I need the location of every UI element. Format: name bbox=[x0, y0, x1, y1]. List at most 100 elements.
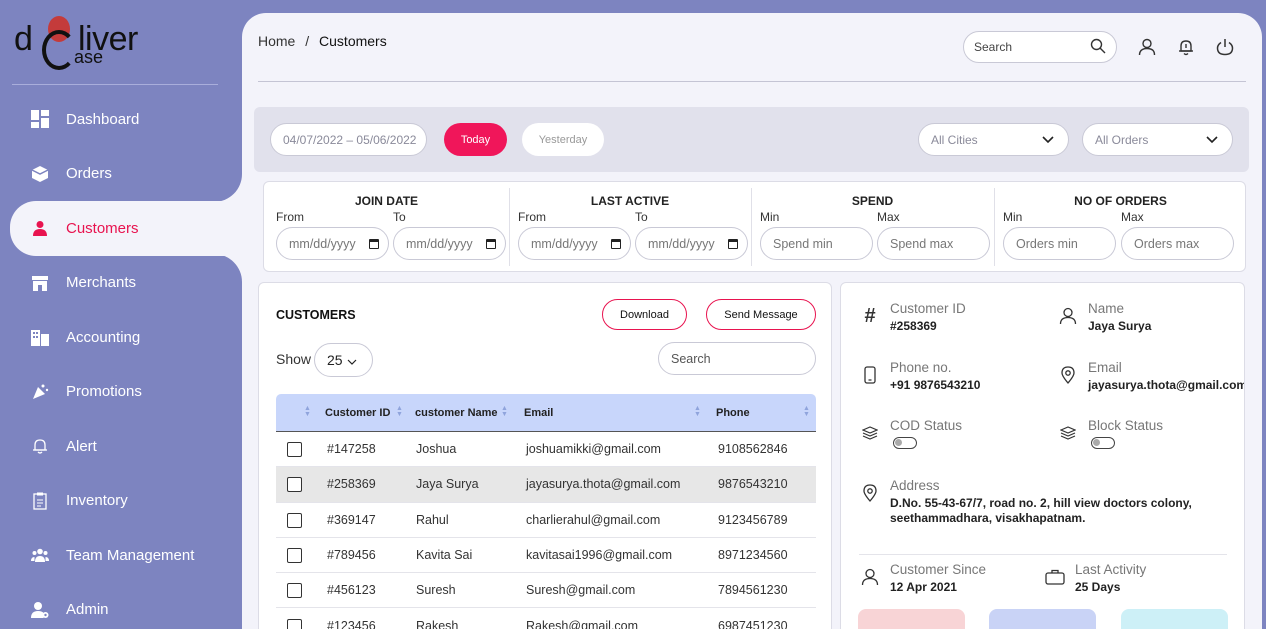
table-row[interactable]: #789456 Kavita Sai kavitasai1996@gmail.c… bbox=[276, 538, 816, 574]
row-checkbox[interactable] bbox=[287, 547, 302, 563]
breadcrumb-home[interactable]: Home bbox=[258, 33, 295, 49]
chevron-down-icon bbox=[1206, 133, 1218, 147]
header-search-input[interactable]: Search bbox=[974, 40, 1090, 54]
table-search-input[interactable]: Search bbox=[658, 342, 816, 375]
stat-tile-3[interactable] bbox=[1121, 609, 1228, 629]
table-row[interactable]: #456123 Suresh Suresh@gmail.com 78945612… bbox=[276, 573, 816, 609]
calendar-icon[interactable] bbox=[728, 239, 738, 249]
phone-label: Phone no. bbox=[890, 360, 952, 375]
row-checkbox[interactable] bbox=[287, 583, 302, 599]
sidebar-item-orders[interactable]: Orders bbox=[0, 147, 242, 202]
city-select[interactable]: All Cities bbox=[918, 123, 1069, 156]
cell-customer-name: Rahul bbox=[416, 512, 449, 527]
date-range-input[interactable]: 04/07/2022 – 05/06/2022 bbox=[270, 123, 427, 156]
cell-customer-name: Jaya Surya bbox=[416, 477, 479, 492]
notification-bell-icon[interactable] bbox=[1172, 33, 1200, 61]
customer-id-value: #258369 bbox=[890, 319, 937, 333]
table-row[interactable]: #147258 Joshua joshuamikki@gmail.com 910… bbox=[276, 432, 816, 468]
sidebar-item-team-management[interactable]: Team Management bbox=[0, 528, 242, 583]
deliverease-logo[interactable]: d liver ase bbox=[12, 14, 162, 72]
last-active-to-label: To bbox=[635, 210, 648, 224]
join-date-to-input[interactable]: mm/dd/yyyy bbox=[393, 227, 506, 260]
yesterday-button[interactable]: Yesterday bbox=[522, 123, 604, 156]
sidebar-item-merchants[interactable]: Merchants bbox=[0, 256, 242, 311]
row-checkbox[interactable] bbox=[287, 512, 302, 528]
alert-icon bbox=[30, 436, 50, 456]
spend-max-input[interactable]: Spend max bbox=[877, 227, 990, 260]
calendar-icon[interactable] bbox=[369, 239, 379, 249]
spend-min-label: Min bbox=[760, 210, 780, 224]
name-label: Name bbox=[1088, 301, 1125, 316]
sidebar-item-label: Promotions bbox=[66, 383, 142, 401]
table-row[interactable]: #123456 Rakesh Rakesh@gmail.com 69874512… bbox=[276, 609, 816, 629]
last-active-from-input[interactable]: mm/dd/yyyy bbox=[518, 227, 631, 260]
orders-icon bbox=[30, 164, 50, 184]
sidebar-item-promotions[interactable]: Promotions bbox=[0, 365, 242, 420]
location-pin-icon bbox=[859, 482, 881, 504]
promotions-icon bbox=[30, 382, 50, 402]
stack-icon bbox=[859, 422, 881, 444]
row-checkbox[interactable] bbox=[287, 442, 302, 457]
sort-icon[interactable]: ▲ ▼ bbox=[803, 405, 810, 418]
column-phone[interactable]: Phone bbox=[716, 407, 750, 419]
date-placeholder: mm/dd/yyyy bbox=[648, 236, 715, 251]
search-icon[interactable] bbox=[1090, 38, 1106, 57]
orders-select[interactable]: All Orders bbox=[1082, 123, 1233, 156]
cell-customer-name: Rakesh bbox=[416, 618, 459, 629]
sidebar-item-dashboard[interactable]: Dashboard bbox=[0, 92, 242, 147]
sidebar-item-alert[interactable]: Alert bbox=[0, 419, 242, 474]
table-row[interactable]: #258369 Jaya Surya jayasurya.thota@gmail… bbox=[276, 467, 816, 503]
sidebar-item-customers[interactable]: Customers bbox=[10, 201, 242, 256]
sort-icon[interactable]: ▲ ▼ bbox=[304, 405, 311, 418]
orders-max-input[interactable]: Orders max bbox=[1121, 227, 1234, 260]
logo-e-ring bbox=[42, 30, 76, 70]
user-profile-icon[interactable] bbox=[1133, 33, 1161, 61]
cell-phone: 9123456789 bbox=[718, 512, 788, 527]
column-customer-id[interactable]: Customer ID bbox=[325, 407, 390, 419]
cell-customer-id: #123456 bbox=[327, 618, 376, 629]
cell-customer-id: #789456 bbox=[327, 547, 376, 562]
header-search[interactable]: Search bbox=[963, 31, 1117, 63]
calendar-icon[interactable] bbox=[611, 239, 621, 249]
join-date-from-label: From bbox=[276, 210, 304, 224]
block-status-toggle[interactable] bbox=[1091, 437, 1115, 449]
sort-icon[interactable]: ▲ ▼ bbox=[396, 405, 403, 418]
phone-icon bbox=[859, 364, 881, 386]
cod-status-toggle[interactable] bbox=[893, 437, 917, 449]
cell-email: Rakesh@gmail.com bbox=[526, 618, 639, 629]
cell-customer-name: Suresh bbox=[416, 583, 456, 598]
sort-icon[interactable]: ▲ ▼ bbox=[501, 405, 508, 418]
join-date-from-input[interactable]: mm/dd/yyyy bbox=[276, 227, 389, 260]
orders-min-input[interactable]: Orders min bbox=[1003, 227, 1116, 260]
today-button[interactable]: Today bbox=[444, 123, 507, 156]
sidebar-item-label: Alert bbox=[66, 437, 97, 455]
sidebar-item-label: Inventory bbox=[66, 492, 128, 510]
email-value: jayasurya.thota@gmail.com bbox=[1088, 378, 1245, 392]
sidebar-item-admin[interactable]: Admin bbox=[0, 583, 242, 629]
sidebar-item-inventory[interactable]: Inventory bbox=[0, 474, 242, 529]
page-size-select[interactable]: 25 bbox=[314, 343, 373, 377]
last-active-to-input[interactable]: mm/dd/yyyy bbox=[635, 227, 748, 260]
sort-icon[interactable]: ▲ ▼ bbox=[694, 405, 701, 418]
phone-value: +91 9876543210 bbox=[890, 378, 981, 392]
column-customer-name[interactable]: customer Name bbox=[415, 407, 498, 419]
row-checkbox[interactable] bbox=[287, 618, 302, 629]
spend-min-input[interactable]: Spend min bbox=[760, 227, 873, 260]
stat-tile-1[interactable] bbox=[858, 609, 965, 629]
power-icon[interactable] bbox=[1211, 33, 1239, 61]
spend-group: SPEND Min Max Spend min Spend max bbox=[751, 182, 994, 273]
calendar-icon[interactable] bbox=[486, 239, 496, 249]
row-checkbox[interactable] bbox=[287, 477, 302, 493]
sidebar-item-label: Admin bbox=[66, 601, 109, 619]
cell-email: joshuamikki@gmail.com bbox=[526, 442, 661, 456]
stat-tile-2[interactable] bbox=[989, 609, 1096, 629]
download-button[interactable]: Download bbox=[602, 299, 687, 330]
orders-max-placeholder: Orders max bbox=[1134, 236, 1200, 251]
column-email[interactable]: Email bbox=[524, 407, 553, 419]
cell-email: charlierahul@gmail.com bbox=[526, 512, 661, 527]
sidebar-item-accounting[interactable]: Accounting bbox=[0, 310, 242, 365]
last-active-group: LAST ACTIVE From To mm/dd/yyyy mm/dd/yyy… bbox=[509, 182, 751, 273]
send-message-button[interactable]: Send Message bbox=[706, 299, 816, 330]
cell-customer-id: #147258 bbox=[327, 442, 376, 456]
table-row[interactable]: #369147 Rahul charlierahul@gmail.com 912… bbox=[276, 503, 816, 538]
